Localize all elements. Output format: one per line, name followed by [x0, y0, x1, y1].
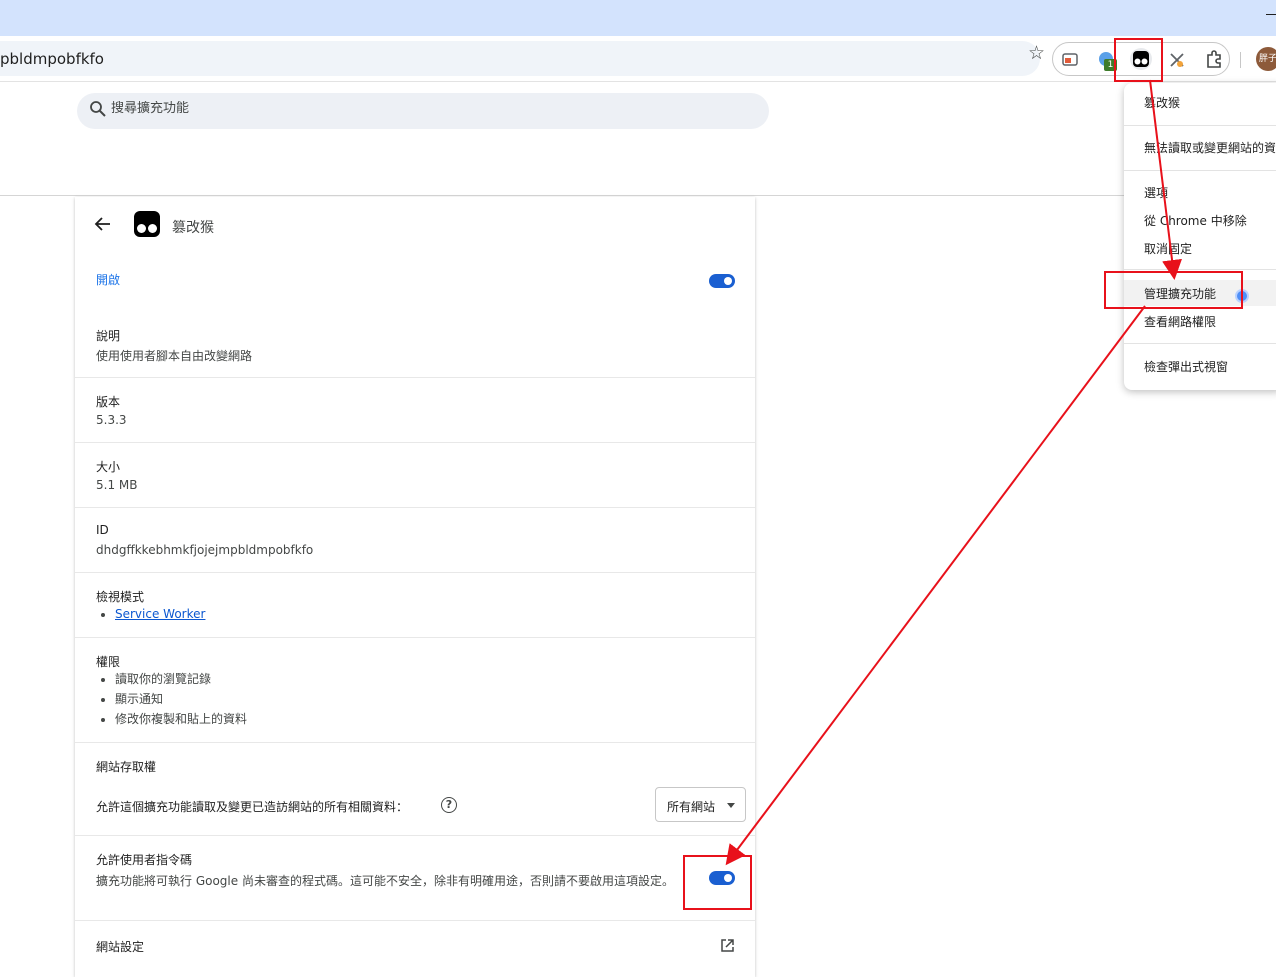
annotation-box-toolbar-button	[1114, 38, 1163, 82]
tampermonkey-logo	[134, 211, 160, 237]
list-item: 顯示通知	[115, 689, 247, 709]
description-row: 說明 使用使用者腳本自由改變網路	[75, 322, 755, 378]
menu-divider	[1124, 269, 1276, 270]
extensions-page-header	[0, 83, 1276, 196]
menu-item-remove[interactable]: 從 Chrome 中移除	[1144, 212, 1247, 229]
screen-capture-icon[interactable]	[1060, 50, 1080, 70]
version-label: 版本	[96, 395, 121, 409]
blocked-extension-icon[interactable]	[1167, 50, 1187, 70]
minimize-icon[interactable]	[1266, 14, 1276, 15]
menu-item-unpin[interactable]: 取消固定	[1144, 240, 1192, 257]
menu-item-site-access: 無法讀取或變更網站的資料	[1144, 141, 1276, 155]
inspect-views-label: 檢視模式	[96, 590, 145, 604]
permissions-row: 權限 讀取你的瀏覽記錄 顯示通知 修改你複製和貼上的資料	[75, 638, 755, 743]
version-row: 版本 5.3.3	[75, 378, 755, 443]
size-value: 5.1 MB	[96, 478, 138, 492]
site-access-label: 網站存取權	[96, 760, 157, 774]
id-row: ID dhdgffkkebhmkfjojejmpbldmpobfkfo	[75, 508, 755, 573]
annotation-box-manage-extensions	[1104, 271, 1243, 309]
enable-row: 開啟	[75, 253, 755, 322]
chevron-down-icon	[727, 803, 735, 808]
menu-divider	[1124, 125, 1276, 126]
list-item: 修改你複製和貼上的資料	[115, 709, 247, 729]
extension-title: 篡改猴	[172, 220, 214, 236]
menu-divider	[1124, 170, 1276, 171]
service-worker-link[interactable]: Service Worker	[115, 607, 205, 621]
size-row: 大小 5.1 MB	[75, 443, 755, 508]
annotation-box-user-scripts-toggle	[683, 855, 752, 910]
site-settings-row[interactable]: 網站設定	[75, 921, 755, 977]
browser-toolbar: pbldmpobfkfo ☆ 1 胖子	[0, 36, 1276, 82]
menu-item-options[interactable]: 選項	[1144, 184, 1168, 201]
menu-item-view-web-permissions[interactable]: 查看網路權限	[1144, 313, 1216, 330]
extension-detail-card: 篡改猴 開啟 說明 使用使用者腳本自由改變網路 版本 5.3.3 大小 5.1 …	[75, 197, 755, 977]
enable-toggle[interactable]	[709, 274, 735, 288]
size-label: 大小	[96, 460, 121, 474]
site-settings-label: 網站設定	[96, 940, 145, 954]
site-access-description: 允許這個擴充功能讀取及變更已造訪網站的所有相關資料：	[96, 800, 409, 814]
inspect-views-list: Service Worker	[115, 604, 205, 624]
search-icon	[90, 101, 106, 117]
permissions-label: 權限	[96, 655, 121, 669]
toolbar-divider	[1240, 52, 1241, 68]
help-icon[interactable]: ?	[441, 797, 457, 813]
user-scripts-label: 允許使用者指令碼	[96, 853, 193, 867]
enable-label: 開啟	[96, 273, 121, 287]
user-scripts-description: 擴充功能將可執行 Google 尚未審查的程式碼。這可能不安全，除非有明確用途，…	[96, 874, 674, 888]
menu-item-extension-name[interactable]: 篡改猴	[1144, 94, 1180, 111]
list-item: 讀取你的瀏覽記錄	[115, 669, 247, 689]
window-titlebar	[0, 0, 1276, 36]
search-box[interactable]	[77, 93, 769, 129]
permissions-list: 讀取你的瀏覽記錄 顯示通知 修改你複製和貼上的資料	[115, 669, 247, 729]
menu-divider	[1124, 343, 1276, 344]
site-access-row: 網站存取權 允許這個擴充功能讀取及變更已造訪網站的所有相關資料： ? 所有網站	[75, 743, 755, 836]
profile-avatar[interactable]: 胖子	[1256, 47, 1276, 71]
description-label: 說明	[96, 329, 121, 343]
list-item: Service Worker	[115, 604, 205, 624]
version-value: 5.3.3	[96, 413, 127, 427]
url-text: pbldmpobfkfo	[0, 50, 104, 68]
detail-header: 篡改猴	[75, 197, 755, 253]
arrow-to-user-scripts-toggle	[725, 305, 1146, 866]
address-bar[interactable]: pbldmpobfkfo	[0, 41, 1040, 76]
search-input[interactable]	[111, 101, 711, 116]
id-value: dhdgffkkebhmkfjojejmpbldmpobfkfo	[96, 543, 314, 557]
site-access-selected: 所有網站	[667, 800, 716, 814]
back-arrow-icon[interactable]	[94, 215, 112, 233]
user-scripts-row: 允許使用者指令碼 擴充功能將可執行 Google 尚未審查的程式碼。這可能不安全…	[75, 836, 755, 921]
bookmark-star-icon[interactable]: ☆	[1028, 42, 1045, 64]
id-label: ID	[96, 523, 109, 537]
description-value: 使用使用者腳本自由改變網路	[96, 349, 253, 363]
inspect-views-row: 檢視模式 Service Worker	[75, 573, 755, 638]
extension-context-menu: 篡改猴 無法讀取或變更網站的資料 選項 從 Chrome 中移除 取消固定 管理…	[1124, 83, 1276, 390]
extensions-puzzle-icon[interactable]	[1204, 49, 1224, 69]
open-in-new-icon[interactable]	[720, 938, 735, 953]
site-access-select[interactable]: 所有網站	[655, 787, 746, 822]
menu-item-inspect-popup[interactable]: 檢查彈出式視窗	[1144, 358, 1228, 375]
